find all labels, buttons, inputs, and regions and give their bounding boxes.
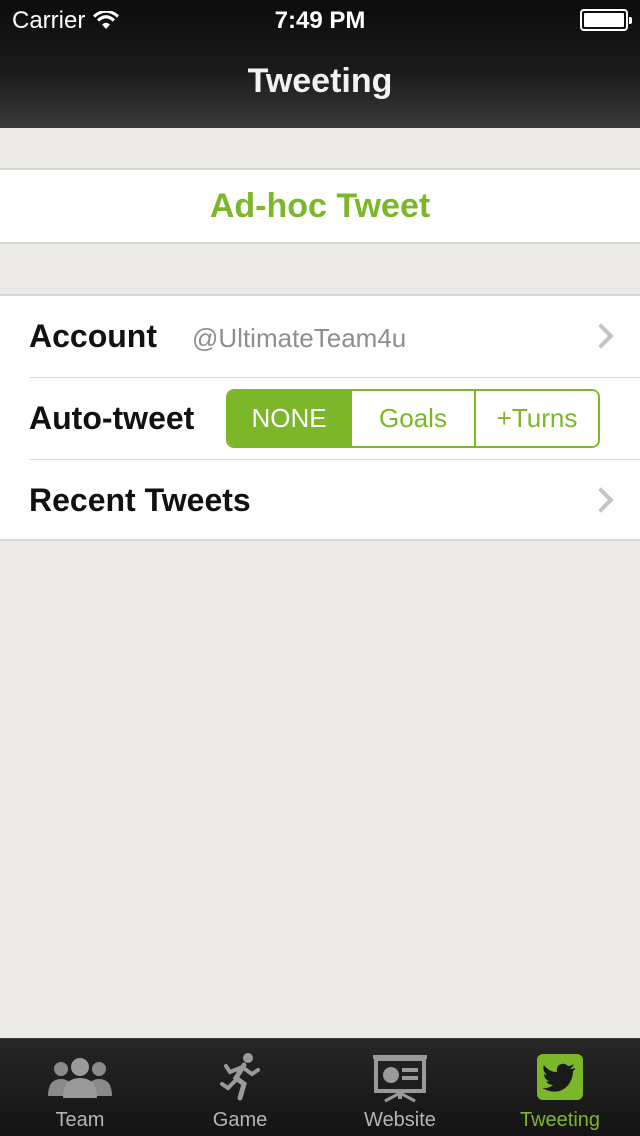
runner-icon bbox=[205, 1049, 275, 1105]
segment-goals[interactable]: Goals bbox=[352, 391, 476, 446]
tab-website-label: Website bbox=[364, 1109, 436, 1131]
account-value: @UltimateTeam4u bbox=[192, 323, 407, 353]
tab-game-label: Game bbox=[212, 1109, 268, 1131]
page-title: Tweeting bbox=[247, 62, 393, 100]
tab-tweeting-label: Tweeting bbox=[519, 1109, 601, 1131]
adhoc-tweet-button[interactable]: Ad-hoc Tweet bbox=[0, 168, 640, 244]
recent-tweets-label: Recent Tweets bbox=[29, 482, 251, 518]
tab-website[interactable]: Website bbox=[320, 1039, 480, 1136]
twitter-icon bbox=[525, 1049, 595, 1105]
chevron-right-icon bbox=[588, 487, 614, 513]
adhoc-tweet-label: Ad-hoc Tweet bbox=[209, 186, 431, 225]
battery-icon bbox=[580, 9, 632, 31]
account-row[interactable]: Account @UltimateTeam4u bbox=[0, 296, 640, 378]
account-label: Account bbox=[29, 318, 157, 354]
auto-tweet-label: Auto-tweet bbox=[29, 400, 195, 436]
tweet-settings-group: Account @UltimateTeam4u Auto-tweet NONE … bbox=[0, 294, 640, 541]
tab-game[interactable]: Game bbox=[160, 1039, 320, 1136]
segment-none[interactable]: NONE bbox=[228, 391, 352, 446]
chevron-right-icon bbox=[588, 323, 614, 349]
tab-tweeting[interactable]: Tweeting bbox=[480, 1039, 640, 1136]
status-bar: Carrier 7:49 PM bbox=[0, 0, 640, 40]
tab-bar: Team Game Website Tweeting bbox=[0, 1038, 640, 1136]
segment-turns[interactable]: +Turns bbox=[476, 391, 598, 446]
auto-tweet-segmented-control[interactable]: NONE Goals +Turns bbox=[226, 389, 600, 448]
recent-tweets-row[interactable]: Recent Tweets bbox=[0, 460, 640, 542]
status-time: 7:49 PM bbox=[274, 7, 366, 34]
tab-team[interactable]: Team bbox=[0, 1039, 160, 1136]
navigation-header: Carrier 7:49 PM Tweeting bbox=[0, 0, 640, 128]
tab-team-label: Team bbox=[55, 1109, 105, 1131]
presentation-icon bbox=[365, 1049, 435, 1105]
team-icon bbox=[45, 1049, 115, 1105]
